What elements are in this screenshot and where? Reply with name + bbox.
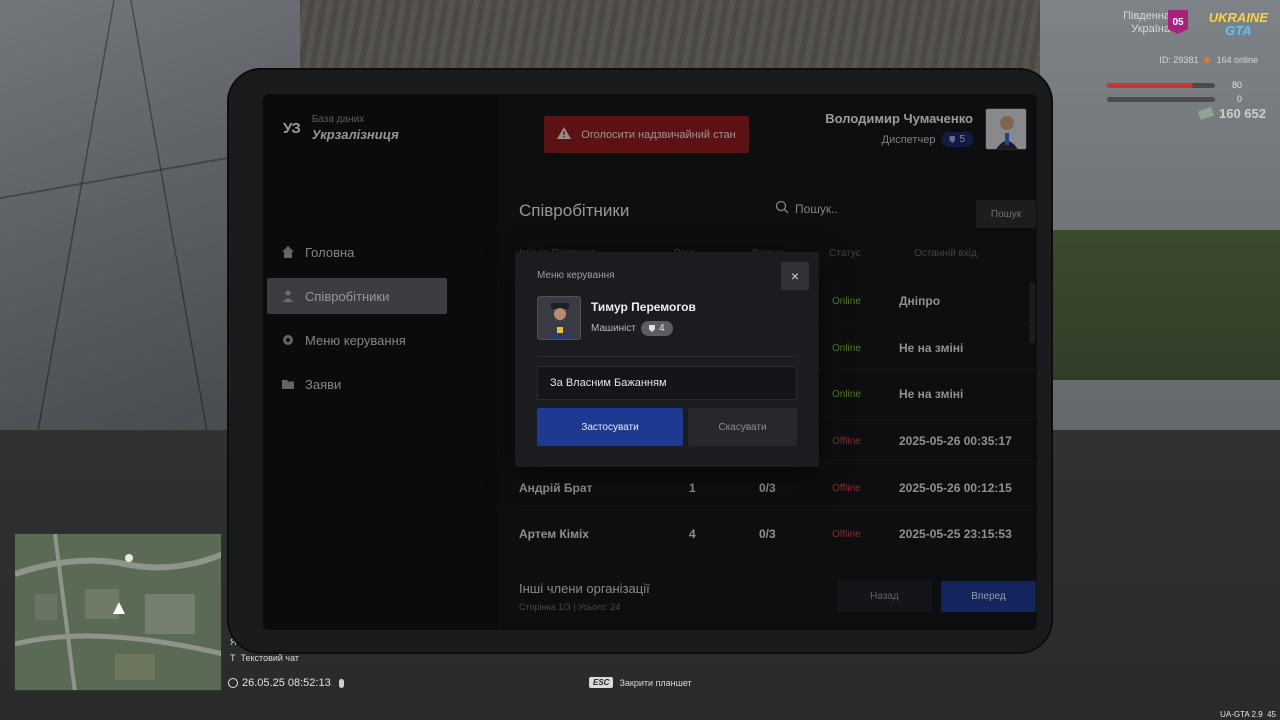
- online-count: 164 online: [1216, 55, 1258, 65]
- shield-icon: [648, 325, 655, 332]
- microphone-icon: [338, 678, 344, 688]
- close-button[interactable]: ×: [781, 262, 809, 290]
- armor-bar: [1107, 97, 1215, 102]
- tablet-frame: УЗ База даних Укрзалізниця Головна Співр…: [227, 68, 1053, 654]
- server-badge: 05: [1168, 10, 1188, 34]
- employee-role: Машиніст: [591, 323, 636, 334]
- close-icon: ×: [790, 268, 800, 284]
- tablet-screen: УЗ База даних Укрзалізниця Головна Співр…: [263, 94, 1037, 630]
- minimap: [14, 533, 222, 691]
- cancel-button[interactable]: Скасувати: [688, 408, 797, 446]
- modal-title: Меню керування: [537, 270, 615, 281]
- health-value: 80: [1231, 80, 1242, 90]
- game-logo: UKRAINE GTA: [1208, 10, 1268, 38]
- employee-avatar: [537, 296, 581, 340]
- modal-employee: Тимур Перемогов Машиніст 4: [537, 296, 696, 340]
- player-id: ID: 29381: [1159, 55, 1199, 65]
- employee-role-line: Машиніст 4: [591, 321, 696, 336]
- hud-player-info: ID: 29381 164 online: [1159, 55, 1258, 65]
- control-menu-modal: Меню керування × Тимур Перемогов Машиніс…: [515, 252, 819, 467]
- esc-hint: ESC Закрити планшет: [589, 677, 692, 688]
- datetime-text: 26.05.25 08:52:13: [242, 677, 331, 689]
- rank-badge: 4: [640, 321, 673, 336]
- reason-input[interactable]: [537, 366, 797, 400]
- armor-value: 0: [1236, 94, 1242, 104]
- esc-hint-text: Закрити планшет: [619, 677, 692, 688]
- hud-region-label: Південна Україна: [1123, 10, 1170, 35]
- health-bar: [1107, 83, 1215, 88]
- divider: [537, 356, 797, 357]
- clock-icon: [228, 678, 238, 688]
- player-arrow-icon: [113, 602, 125, 614]
- money-icon: [1197, 106, 1215, 121]
- online-dot-icon: [1204, 57, 1211, 63]
- money-amount: 160 652: [1219, 106, 1266, 121]
- esc-key-badge: ESC: [589, 677, 614, 688]
- apply-button[interactable]: Застосувати: [537, 408, 683, 446]
- clock: 26.05.25 08:52:13: [228, 677, 344, 689]
- employee-avatar-image: [538, 297, 580, 339]
- money-display: 160 652: [1197, 106, 1266, 121]
- version-label: UA-GTA 2.9 45: [1220, 710, 1276, 719]
- employee-name: Тимур Перемогов: [591, 300, 696, 314]
